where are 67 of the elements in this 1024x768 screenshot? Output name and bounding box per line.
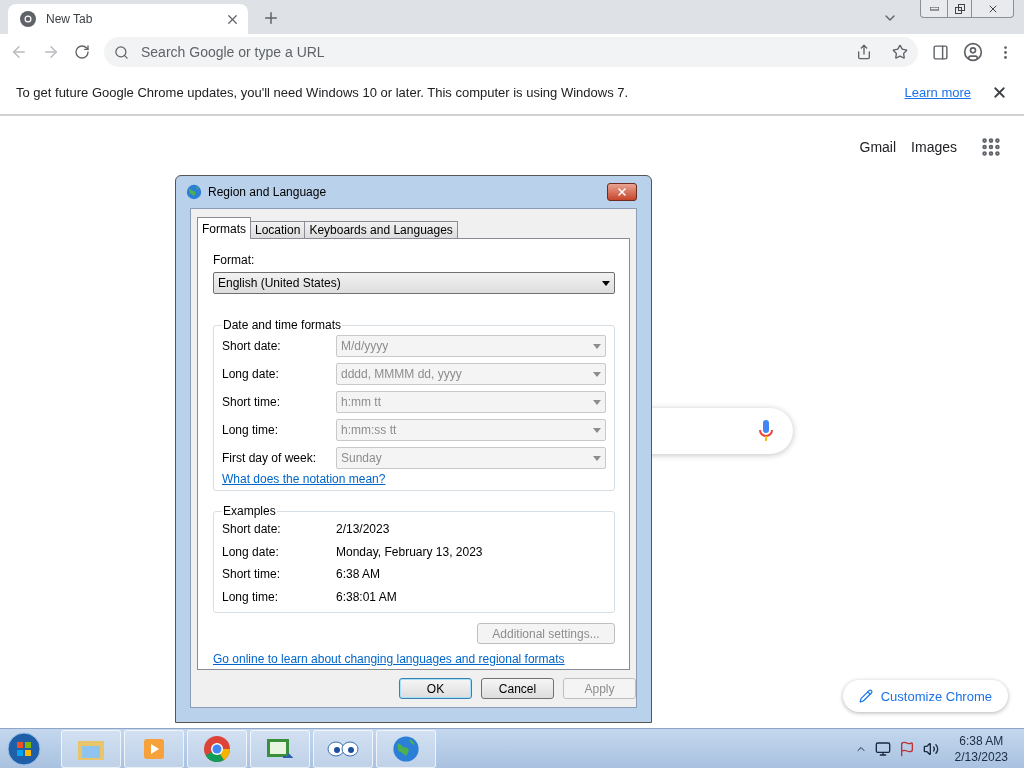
code-editor-taskbar-button[interactable] [250, 729, 310, 768]
microphone-icon [759, 420, 773, 442]
chrome-logo-icon [203, 734, 231, 763]
search-icon [114, 44, 129, 60]
network-icon[interactable] [874, 740, 891, 757]
dialog-title: Region and Language [208, 185, 328, 199]
online-help-link[interactable]: Go online to learn about changing languages and regional formats [213, 652, 565, 666]
caret-icon [602, 280, 610, 286]
dialog-button[interactable]: Cancel [481, 678, 554, 699]
infobar-message: To get future Google Chrome updates, you'll need Windows 10 or later. This computer is using Windows 7. [16, 84, 630, 100]
dialog-tab[interactable]: Location [250, 221, 306, 239]
tab-title: New Tab [46, 12, 94, 26]
flag-icon[interactable] [898, 740, 915, 757]
group-title: Date and time formats [222, 318, 343, 332]
learn-more-link[interactable]: Learn more [904, 84, 971, 100]
windows-logo-icon [7, 731, 41, 766]
star-icon[interactable] [892, 44, 908, 60]
caret-icon [593, 371, 601, 377]
example-value: 2/13/2023 [336, 522, 391, 537]
close-icon [616, 186, 628, 198]
field-label: Long date: [222, 367, 280, 381]
top-link[interactable]: Images [911, 139, 957, 155]
profile-icon[interactable] [963, 42, 983, 62]
field-label: Long time: [222, 423, 280, 437]
browser-tab[interactable]: New Tab [8, 4, 248, 34]
chrome-logo-icon [20, 11, 36, 27]
field-label: Short time: [222, 395, 282, 409]
speaker-icon[interactable] [922, 740, 939, 757]
top-link[interactable]: Gmail [859, 139, 897, 155]
share-icon[interactable] [856, 44, 872, 60]
notation-link[interactable]: What does the notation mean? [222, 472, 386, 486]
dialog-button[interactable]: OK [399, 678, 472, 699]
example-value: 6:38 AM [336, 567, 382, 582]
caret-icon [593, 399, 601, 405]
eyes-icon [326, 739, 360, 758]
caret-icon [593, 343, 601, 349]
side-panel-icon[interactable] [932, 43, 949, 61]
dialog-tab[interactable]: Formats [197, 217, 251, 239]
apps-grid-icon[interactable] [980, 136, 1002, 158]
clock[interactable]: 6:38 AM 2/13/2023 [954, 732, 1008, 765]
pencil-icon [858, 689, 873, 703]
close-button[interactable] [607, 183, 637, 201]
code-window-icon [265, 736, 295, 761]
field-label: Long time: [222, 589, 280, 604]
dialog-tab[interactable]: Keyboards and Languages [304, 221, 458, 239]
eyes-taskbar-button[interactable] [313, 729, 373, 768]
field-label: Short date: [222, 522, 282, 537]
field-label: Short date: [222, 339, 282, 353]
field-label: Short time: [222, 567, 282, 582]
field-label: First day of week: [222, 451, 318, 465]
field-label: Long date: [222, 544, 280, 559]
group-title: Examples [222, 504, 277, 518]
format-label: Format: [213, 253, 256, 267]
new-tab-icon[interactable] [262, 9, 280, 27]
customize-chrome-button[interactable]: Customize Chrome [842, 680, 1008, 712]
region-taskbar-button[interactable] [376, 729, 436, 768]
caret-icon [593, 427, 601, 433]
start-button[interactable] [4, 730, 44, 767]
address-bar[interactable]: Search Google or type a URL [104, 37, 918, 67]
globe-icon [392, 734, 420, 763]
reload-icon[interactable] [74, 44, 90, 60]
format-dropdown[interactable]: English (United States) [213, 272, 615, 294]
globe-icon [186, 184, 202, 200]
example-value: Monday, February 13, 2023 [336, 544, 484, 559]
example-value: 6:38:01 AM [336, 589, 398, 604]
chrome-taskbar-button[interactable] [187, 729, 247, 768]
play-icon [143, 737, 165, 760]
